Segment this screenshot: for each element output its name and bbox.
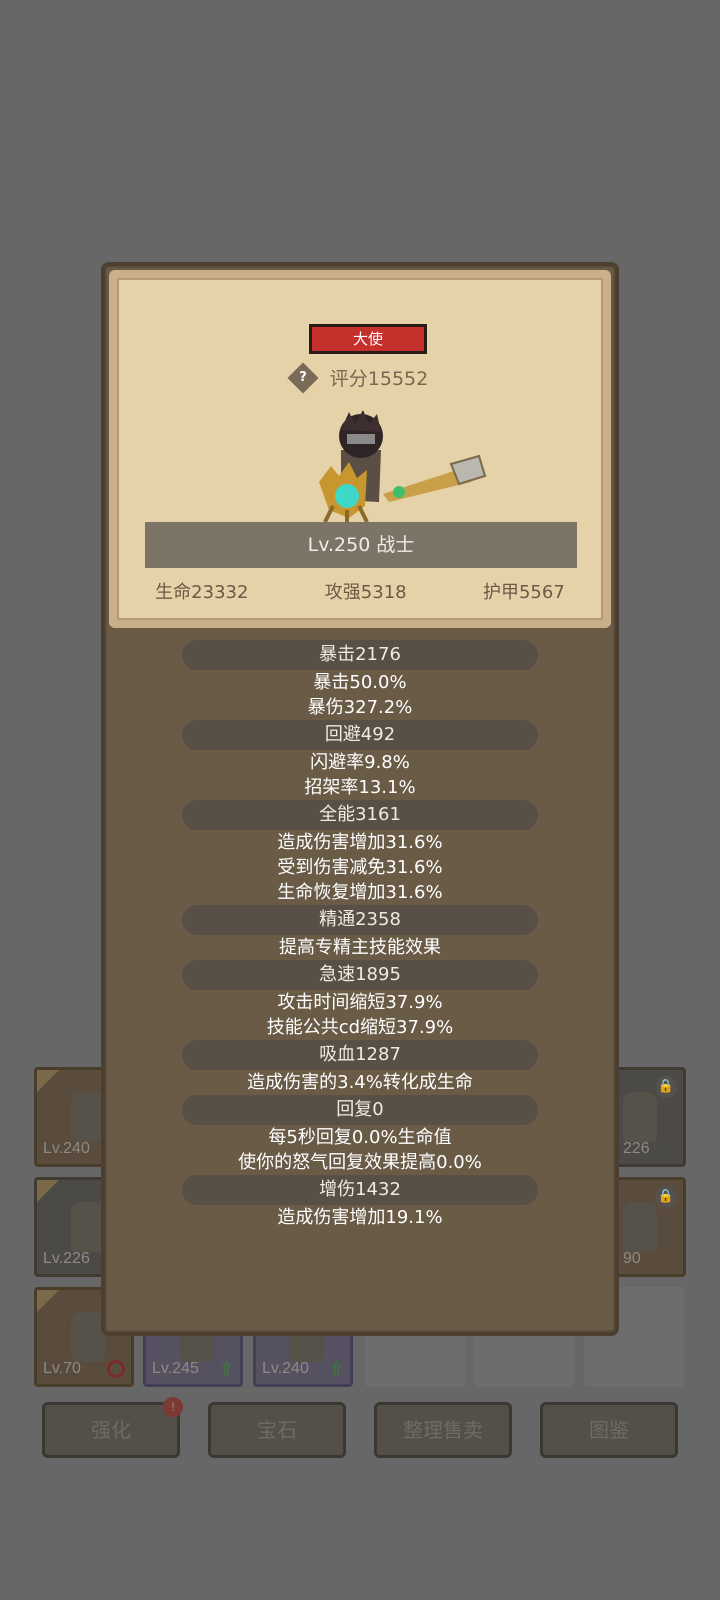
codex-label: 图鉴 xyxy=(589,1418,629,1442)
rarity-corner xyxy=(37,1290,59,1312)
lifesteal-block: 吸血1287 造成伤害的3.4%转化成生命 xyxy=(105,1040,615,1095)
slot-level: Lv.226 xyxy=(43,1250,90,1267)
primary-stats: 生命23332 攻强5318 护甲5567 xyxy=(117,578,603,608)
sort-sell-button[interactable]: 整理售卖 xyxy=(374,1402,512,1458)
attribute-header: 增伤1432 xyxy=(182,1175,538,1205)
notification-icon: ! xyxy=(163,1397,183,1417)
versatility-block: 全能3161 造成伤害增加31.6% 受到伤害减免31.6% 生命恢复增加31.… xyxy=(105,800,615,905)
hp-stat: 生命23332 xyxy=(155,582,249,603)
slot-level: 226 xyxy=(623,1140,650,1157)
haste-block: 急速1895 攻击时间缩短37.9% 技能公共cd缩短37.9% xyxy=(105,960,615,1040)
strengthen-label: 强化 xyxy=(91,1418,131,1442)
equipment-icon xyxy=(623,1092,657,1142)
attribute-header: 吸血1287 xyxy=(182,1040,538,1070)
attribute-line: 造成伤害增加31.6% xyxy=(277,832,443,853)
warrior-portrait xyxy=(319,410,487,524)
attack-stat: 攻强5318 xyxy=(324,582,407,603)
rarity-corner xyxy=(37,1180,59,1202)
score-label: 评分15552 xyxy=(329,368,429,390)
slot-level: Lv.240 xyxy=(43,1140,90,1157)
title-badge: 大使 xyxy=(309,324,427,354)
attribute-line: 生命恢复增加31.6% xyxy=(277,882,443,903)
gem-label: 宝石 xyxy=(257,1418,297,1442)
slot-level: Lv.70 xyxy=(43,1360,81,1377)
lock-icon: 🔒 xyxy=(655,1186,677,1208)
evade-block: 回避492 闪避率9.8% 招架率13.1% xyxy=(105,720,615,800)
gem-button[interactable]: 宝石 xyxy=(208,1402,346,1458)
attribute-list: 暴击2176 暴击50.0% 暴伤327.2% 回避492 闪避率9.8% 招架… xyxy=(105,640,615,1230)
rarity-corner xyxy=(37,1070,59,1092)
attribute-line: 使你的怒气回复效果提高0.0% xyxy=(238,1152,482,1173)
attribute-line: 攻击时间缩短37.9% xyxy=(277,992,443,1013)
slot-level: 90 xyxy=(623,1250,641,1267)
attribute-header: 精通2358 xyxy=(182,905,538,935)
attribute-header: 回避492 xyxy=(182,720,538,750)
character-detail-popup: 大使 ? 评分15552 Lv.250 战士 生命23332 攻强5318 护甲5… xyxy=(101,262,619,1336)
attribute-line: 闪避率9.8% xyxy=(310,752,410,773)
help-icon[interactable]: ? xyxy=(287,361,319,394)
strengthen-button[interactable]: 强化 ! xyxy=(42,1397,183,1458)
damage-bonus-block: 增伤1432 造成伤害增加19.1% xyxy=(105,1175,615,1230)
attribute-line: 受到伤害减免31.6% xyxy=(277,857,443,878)
attribute-header: 全能3161 xyxy=(182,800,538,830)
equipment-icon xyxy=(71,1202,105,1252)
crit-block: 暴击2176 暴击50.0% 暴伤327.2% xyxy=(105,640,615,720)
attribute-line: 招架率13.1% xyxy=(304,777,416,798)
upgrade-arrow-icon: ⇧ xyxy=(218,1359,234,1380)
mastery-block: 精通2358 提高专精主技能效果 xyxy=(105,905,615,960)
score-row: ? 评分15552 xyxy=(117,361,603,394)
sort-sell-label: 整理售卖 xyxy=(403,1418,483,1442)
level-class-bar: Lv.250 战士 xyxy=(145,522,577,568)
character-card: 大使 ? 评分15552 Lv.250 战士 生命23332 攻强5318 护甲5… xyxy=(109,270,611,628)
armor-stat: 护甲5567 xyxy=(482,582,565,603)
attribute-line: 造成伤害增加19.1% xyxy=(277,1207,443,1228)
attribute-line: 技能公共cd缩短37.9% xyxy=(266,1017,454,1038)
attribute-line: 提高专精主技能效果 xyxy=(279,937,441,958)
regen-block: 回复0 每5秒回复0.0%生命值 使你的怒气回复效果提高0.0% xyxy=(105,1095,615,1175)
slot-level: Lv.245 xyxy=(152,1360,199,1377)
attribute-line: 暴击50.0% xyxy=(313,672,407,693)
lock-icon: 🔒 xyxy=(655,1076,677,1098)
attribute-line: 暴伤327.2% xyxy=(307,697,413,718)
attribute-header: 回复0 xyxy=(182,1095,538,1125)
equipment-icon xyxy=(71,1312,105,1362)
slot-level: Lv.240 xyxy=(262,1360,309,1377)
attribute-header: 急速1895 xyxy=(182,960,538,990)
attribute-line: 造成伤害的3.4%转化成生命 xyxy=(247,1072,473,1093)
equipment-icon xyxy=(623,1202,657,1252)
codex-button[interactable]: 图鉴 xyxy=(540,1402,678,1458)
upgrade-arrow-icon: ⇧ xyxy=(328,1359,344,1380)
attribute-line: 每5秒回复0.0%生命值 xyxy=(268,1127,452,1148)
disabled-icon xyxy=(107,1360,125,1378)
attribute-header: 暴击2176 xyxy=(182,640,538,670)
equipment-icon xyxy=(71,1092,105,1142)
